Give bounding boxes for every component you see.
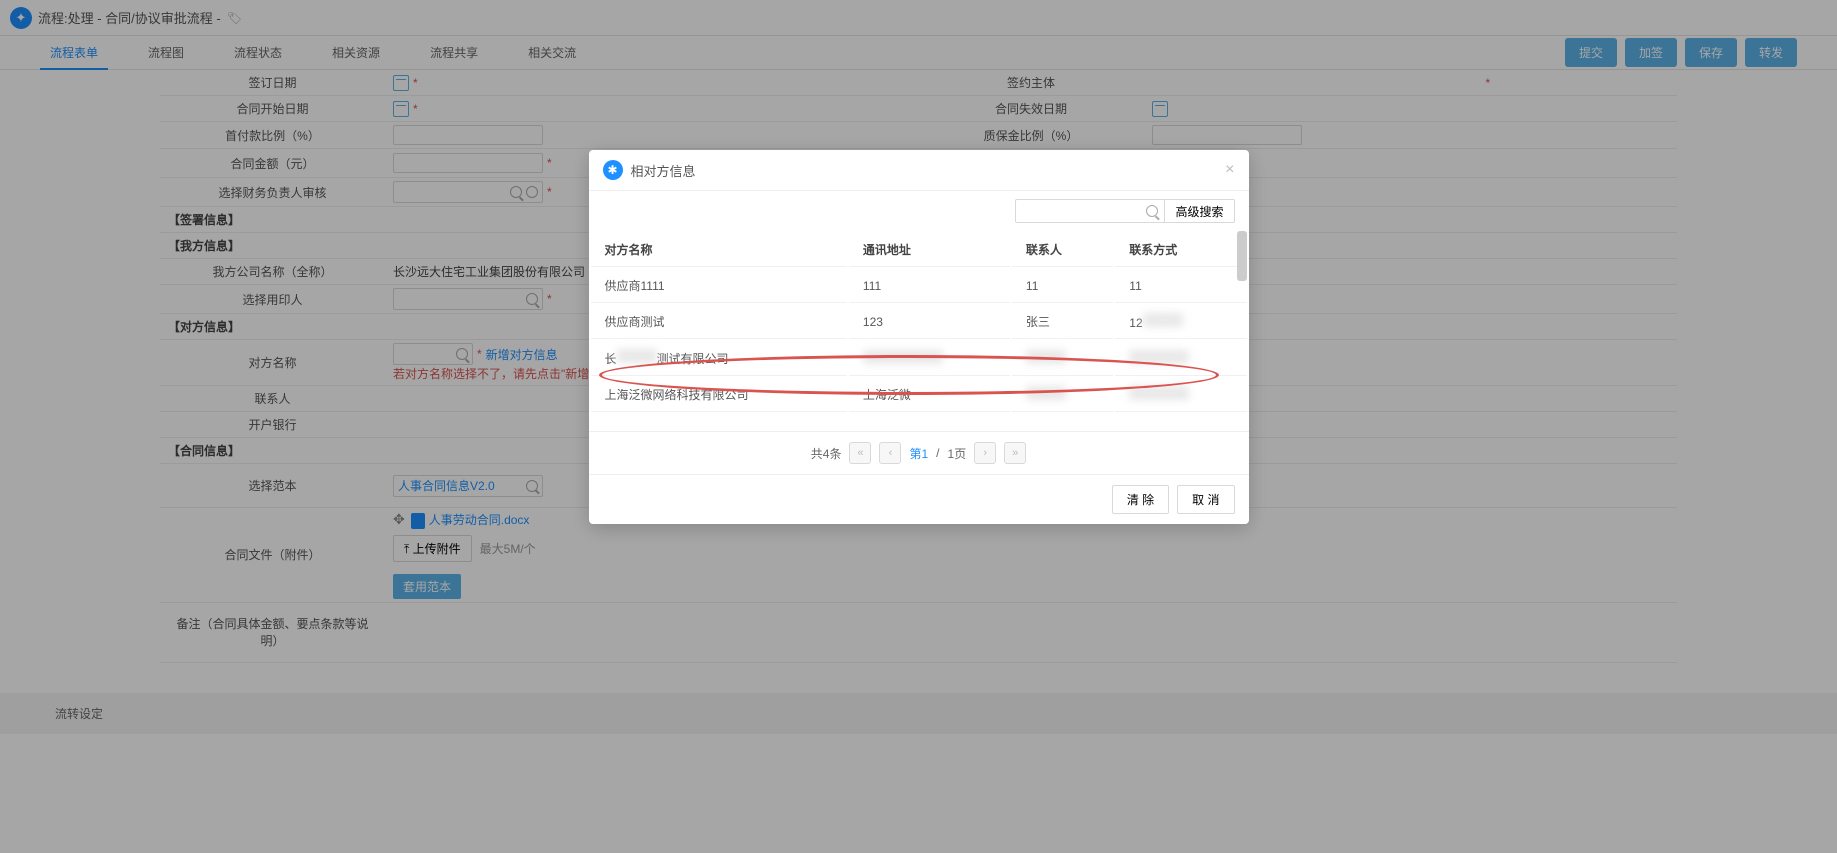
table-row[interactable]: 上海泛微网络科技有限公司上海泛微 (591, 378, 1247, 412)
table-row[interactable]: 供应商11111111111 (591, 269, 1247, 303)
counterparty-table: 对方名称 通讯地址 联系人 联系方式 供应商11111111111 供应商测试1… (589, 231, 1249, 414)
counterparty-modal: ✱ 相对方信息 × 高级搜索 对方名称 通讯地址 联系人 联系方式 供应商111… (589, 150, 1249, 524)
pager-current: 第1 (909, 445, 928, 462)
col-phone: 联系方式 (1115, 233, 1246, 267)
col-contact: 联系人 (1012, 233, 1113, 267)
search-icon (1146, 205, 1158, 217)
pagination: 共4条 « ‹ 第1 / 1页 › » (589, 431, 1249, 474)
advanced-search-button[interactable]: 高级搜索 (1165, 199, 1234, 223)
modal-title: 相对方信息 (631, 161, 696, 180)
modal-search-input[interactable] (1015, 199, 1165, 223)
scrollbar[interactable] (1237, 231, 1247, 281)
close-icon[interactable]: × (1225, 161, 1234, 179)
cancel-button[interactable]: 取 消 (1177, 485, 1234, 514)
pager-prev-button[interactable]: ‹ (879, 442, 901, 464)
table-row[interactable]: 长测试有限公司 (591, 341, 1247, 376)
col-addr: 通讯地址 (849, 233, 1010, 267)
table-row[interactable]: 供应商测试123张三12 (591, 305, 1247, 339)
pager-last-button[interactable]: » (1004, 442, 1026, 464)
blurred-text (1026, 350, 1066, 364)
blurred-text (1129, 350, 1189, 364)
blurred-text (1026, 386, 1066, 400)
blurred-text (863, 350, 943, 364)
pager-first-button[interactable]: « (849, 442, 871, 464)
pager-total-pages: 1页 (948, 445, 967, 462)
blurred-text (1129, 386, 1189, 400)
col-name: 对方名称 (591, 233, 847, 267)
blurred-text (1143, 313, 1183, 327)
modal-icon: ✱ (603, 160, 623, 180)
pager-total: 共4条 (811, 445, 842, 462)
pager-next-button[interactable]: › (974, 442, 996, 464)
clear-button[interactable]: 清 除 (1112, 485, 1169, 514)
blurred-text (617, 349, 657, 363)
